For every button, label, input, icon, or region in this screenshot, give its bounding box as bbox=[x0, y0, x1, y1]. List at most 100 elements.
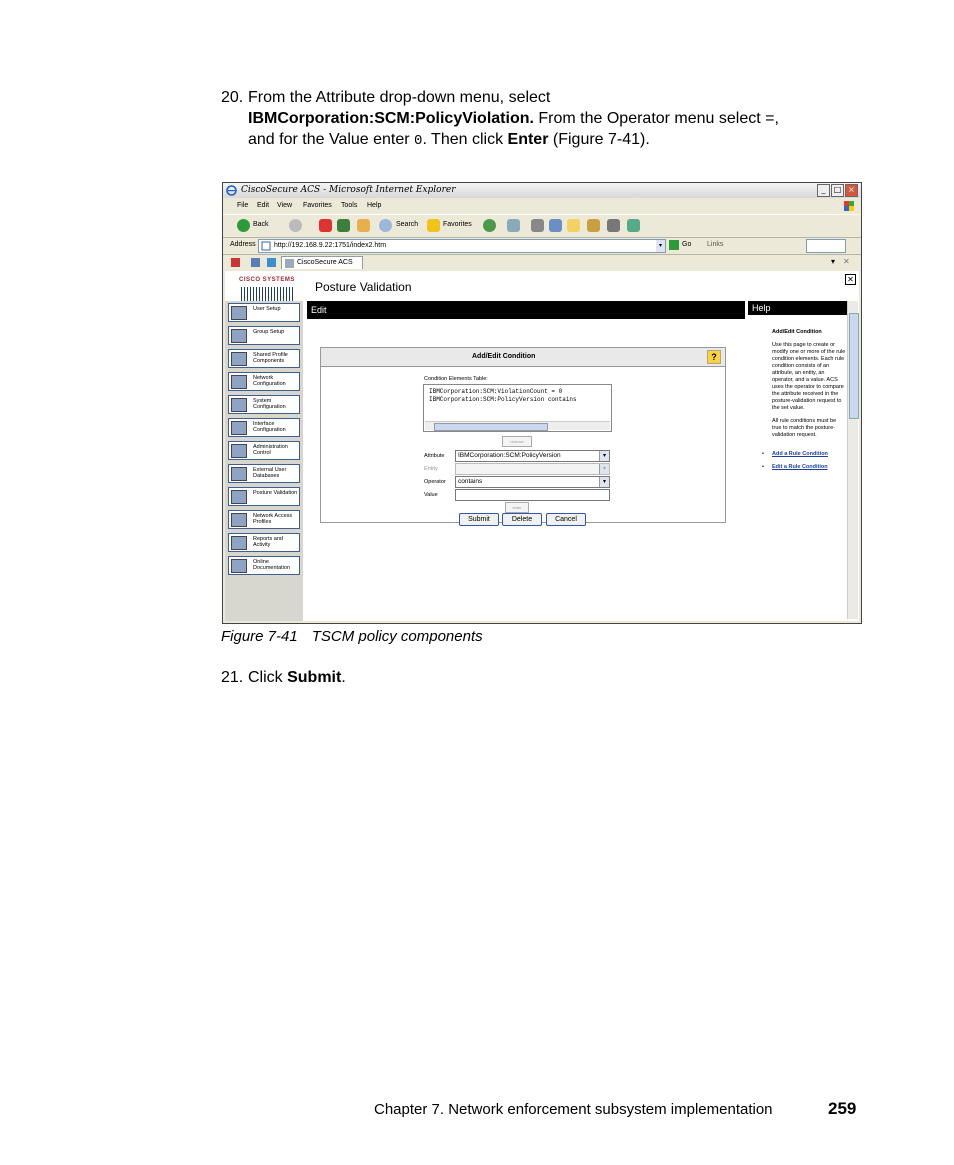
tab-label: CiscoSecure ACS bbox=[297, 259, 353, 266]
nav-reports-and-activity[interactable]: Reports and Activity bbox=[228, 533, 300, 552]
nav-label: Network Configuration bbox=[253, 375, 286, 387]
help-scrollbar[interactable] bbox=[847, 301, 859, 619]
submit-keyword: Submit bbox=[287, 669, 342, 686]
figure-title: TSCM policy components bbox=[311, 628, 483, 645]
address-input[interactable]: http://192.168.9.22:1751/index2.htm ▾ bbox=[258, 239, 666, 253]
close-frame-icon[interactable]: ✕ bbox=[845, 274, 856, 285]
value-label: Value bbox=[424, 492, 438, 498]
refresh-icon[interactable] bbox=[337, 219, 350, 232]
table-row[interactable]: IBMCorporation:SCM:PolicyVersion contain… bbox=[429, 396, 577, 403]
mail-icon[interactable] bbox=[507, 219, 520, 232]
menu-help[interactable]: Help bbox=[367, 202, 381, 209]
enter-keyword: Enter bbox=[507, 131, 549, 148]
page-icon bbox=[261, 241, 271, 251]
tab-close-icon[interactable]: ✕ bbox=[843, 257, 850, 266]
nav-user-setup[interactable]: User Setup bbox=[228, 303, 300, 322]
menu-file[interactable]: File bbox=[237, 202, 248, 209]
remove-button[interactable]: remove bbox=[502, 436, 532, 447]
chevron-down-icon[interactable]: ▾ bbox=[599, 464, 609, 474]
edit-icon[interactable] bbox=[549, 219, 562, 232]
attribute-select[interactable]: IBMCorporation:SCM:PolicyVersion ▾ bbox=[455, 450, 610, 462]
forward-arrow-icon[interactable] bbox=[289, 219, 302, 232]
stop-icon[interactable] bbox=[319, 219, 332, 232]
close-icon[interactable]: × bbox=[845, 184, 858, 197]
ie-logo-icon bbox=[226, 185, 237, 196]
nav-network-configuration[interactable]: Network Configuration bbox=[228, 372, 300, 391]
tab-menu-icon[interactable]: ▾ bbox=[831, 257, 835, 266]
favorites-button[interactable]: Favorites bbox=[443, 221, 472, 228]
edit-header-label: Edit bbox=[311, 305, 327, 315]
menu-tools[interactable]: Tools bbox=[341, 202, 357, 209]
tab-ciscosecure-acs[interactable]: CiscoSecure ACS bbox=[281, 256, 363, 269]
favorites-star-icon[interactable] bbox=[427, 219, 440, 232]
operator-select[interactable]: contains ▾ bbox=[455, 476, 610, 488]
menu-favorites[interactable]: Favorites bbox=[303, 202, 332, 209]
back-arrow-icon[interactable] bbox=[237, 219, 250, 232]
submit-button[interactable]: Submit bbox=[459, 513, 499, 526]
search-button[interactable]: Search bbox=[396, 221, 418, 228]
nav-online-documentation[interactable]: Online Documentation bbox=[228, 556, 300, 575]
nav-posture-validation[interactable]: Posture Validation bbox=[228, 487, 300, 506]
help-link-add[interactable]: Add a Rule Condition bbox=[772, 451, 828, 457]
scroll-thumb[interactable] bbox=[849, 313, 859, 419]
menu-view[interactable]: View bbox=[277, 202, 292, 209]
window-titlebar: CiscoSecure ACS - Microsoft Internet Exp… bbox=[223, 183, 861, 198]
entity-select[interactable]: ▾ bbox=[455, 463, 610, 475]
home-icon[interactable] bbox=[357, 219, 370, 232]
admin-control-icon bbox=[231, 444, 247, 458]
sidebar-nav: User Setup Group Setup Shared Profile Co… bbox=[225, 301, 303, 621]
external-db-icon bbox=[231, 467, 247, 481]
table-row[interactable]: IBMCorporation:SCM:ViolationCount = 0 bbox=[429, 388, 562, 395]
home-tab-icon[interactable] bbox=[231, 258, 240, 267]
search-icon[interactable] bbox=[379, 219, 392, 232]
cancel-button[interactable]: Cancel bbox=[546, 513, 586, 526]
help-question-icon[interactable]: ? bbox=[707, 350, 721, 364]
menu-edit[interactable]: Edit bbox=[257, 202, 269, 209]
messenger-icon[interactable] bbox=[607, 219, 620, 232]
minimize-icon[interactable]: _ bbox=[817, 184, 830, 197]
enter-button[interactable]: enter bbox=[505, 502, 529, 513]
network-config-icon bbox=[231, 375, 247, 389]
condition-elements-table[interactable]: IBMCorporation:SCM:ViolationCount = 0 IB… bbox=[423, 384, 612, 432]
table-hscrollbar[interactable] bbox=[425, 421, 610, 431]
maximize-icon[interactable]: □ bbox=[831, 184, 844, 197]
help-header: Help bbox=[748, 301, 847, 315]
go-arrow-icon[interactable] bbox=[669, 240, 679, 250]
research-icon[interactable] bbox=[587, 219, 600, 232]
address-dropdown-icon[interactable]: ▾ bbox=[656, 240, 665, 252]
nav-interface-configuration[interactable]: Interface Configuration bbox=[228, 418, 300, 437]
hscroll-thumb[interactable] bbox=[434, 423, 548, 431]
nav-system-configuration[interactable]: System Configuration bbox=[228, 395, 300, 414]
nav-administration-control[interactable]: Administration Control bbox=[228, 441, 300, 460]
delete-button[interactable]: Delete bbox=[502, 513, 542, 526]
system-config-icon bbox=[231, 398, 247, 412]
feeds-icon[interactable] bbox=[251, 258, 260, 267]
step-text: Click bbox=[248, 669, 288, 686]
step-20-line-2: IBMCorporation:SCM:PolicyViolation. From… bbox=[248, 108, 779, 129]
nav-label: Group Setup bbox=[253, 329, 285, 335]
nav-network-access-profiles[interactable]: Network Access Profiles bbox=[228, 510, 300, 529]
chapter-footer: Chapter 7. Network enforcement subsystem… bbox=[374, 1101, 773, 1118]
toolbar-search-input[interactable] bbox=[806, 239, 846, 253]
interface-config-icon bbox=[231, 421, 247, 435]
go-button[interactable]: Go bbox=[682, 241, 691, 248]
chevron-down-icon[interactable]: ▾ bbox=[599, 451, 609, 461]
window-controls: _ □ × bbox=[816, 184, 858, 197]
nav-shared-profile-components[interactable]: Shared Profile Components bbox=[228, 349, 300, 368]
step-number: 20. bbox=[221, 89, 244, 106]
back-button[interactable]: Back bbox=[253, 221, 269, 228]
dialog-header: Add/Edit Condition ? bbox=[321, 348, 725, 367]
history-icon[interactable] bbox=[483, 219, 496, 232]
nav-external-user-databases[interactable]: External User Databases bbox=[228, 464, 300, 483]
links-label[interactable]: Links bbox=[707, 241, 723, 248]
nav-group-setup[interactable]: Group Setup bbox=[228, 326, 300, 345]
help-link-edit[interactable]: Edit a Rule Condition bbox=[772, 464, 828, 470]
people-icon[interactable] bbox=[627, 219, 640, 232]
step-number: 21. bbox=[221, 669, 244, 686]
chevron-down-icon[interactable]: ▾ bbox=[599, 477, 609, 487]
add-tab-icon[interactable] bbox=[267, 258, 276, 267]
folder-icon[interactable] bbox=[567, 219, 580, 232]
step-text: (Figure 7-41). bbox=[548, 131, 650, 148]
value-input[interactable] bbox=[455, 489, 610, 501]
print-icon[interactable] bbox=[531, 219, 544, 232]
